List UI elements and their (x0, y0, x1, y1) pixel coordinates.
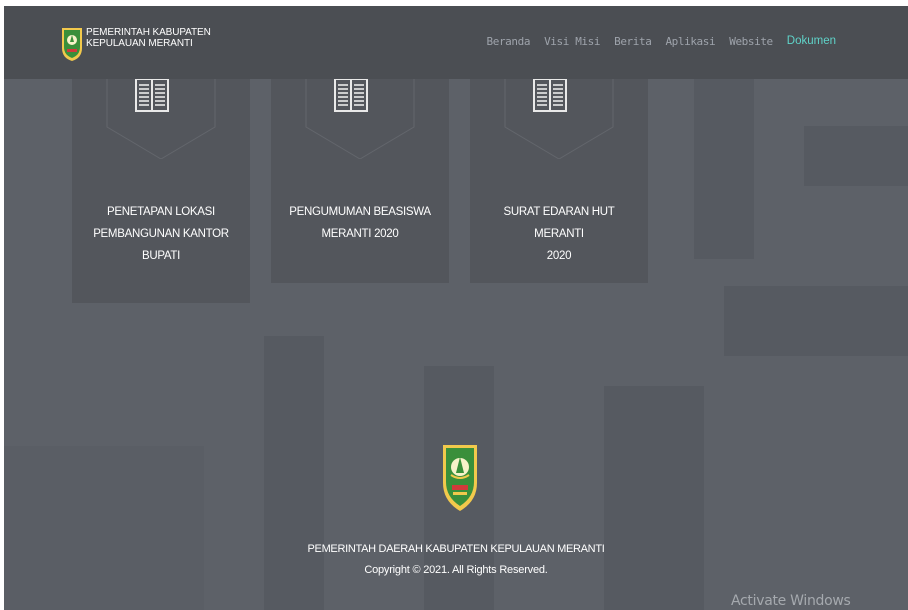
background-pattern (724, 286, 908, 356)
nav-item-website[interactable]: Website (729, 35, 773, 48)
regency-emblem-icon (62, 28, 82, 61)
footer-copyright: Copyright © 2021. All Rights Reserved. (364, 564, 548, 576)
document-card[interactable]: PENETAPAN LOKASI PEMBANGUNAN KANTOR BUPA… (72, 79, 250, 303)
card-title[interactable]: PENETAPAN LOKASI PEMBANGUNAN KANTOR BUPA… (80, 201, 242, 267)
main-nav: Beranda Visi Misi Berita Aplikasi Websit… (473, 35, 836, 48)
card-title[interactable]: PENGUMUMAN BEASISWA MERANTI 2020 (279, 201, 441, 245)
site-logo[interactable]: PEMERINTAH KABUPATEN KEPULAUAN MERANTI (60, 25, 240, 65)
top-navbar: PEMERINTAH KABUPATEN KEPULAUAN MERANTI B… (4, 6, 908, 79)
nav-item-visi-misi[interactable]: Visi Misi (544, 35, 600, 48)
background-pattern (804, 126, 908, 186)
nav-item-aplikasi[interactable]: Aplikasi (665, 35, 715, 48)
windows-activation-watermark: Activate Windows (731, 593, 851, 609)
background-pattern (4, 446, 204, 610)
document-card[interactable]: SURAT EDARAN HUT MERANTI 2020 (470, 79, 648, 283)
page-viewport: PENETAPAN LOKASI PEMBANGUNAN KANTOR BUPA… (4, 6, 908, 610)
nav-item-beranda[interactable]: Beranda (487, 35, 531, 48)
nav-item-dokumen[interactable]: Dokumen (787, 35, 836, 48)
document-icon (334, 79, 368, 112)
document-card[interactable]: PENGUMUMAN BEASISWA MERANTI 2020 (271, 79, 449, 283)
background-pattern (694, 79, 754, 259)
background-pattern (604, 386, 704, 610)
document-icon (135, 79, 169, 112)
nav-item-berita[interactable]: Berita (614, 35, 652, 48)
logo-text: PEMERINTAH KABUPATEN KEPULAUAN MERANTI (86, 27, 211, 49)
card-title[interactable]: SURAT EDARAN HUT MERANTI 2020 (478, 201, 640, 267)
regency-emblem-icon (443, 445, 477, 511)
document-icon (533, 79, 567, 112)
footer-organization-name: PEMERINTAH DAERAH KABUPATEN KEPULAUAN ME… (307, 543, 605, 555)
